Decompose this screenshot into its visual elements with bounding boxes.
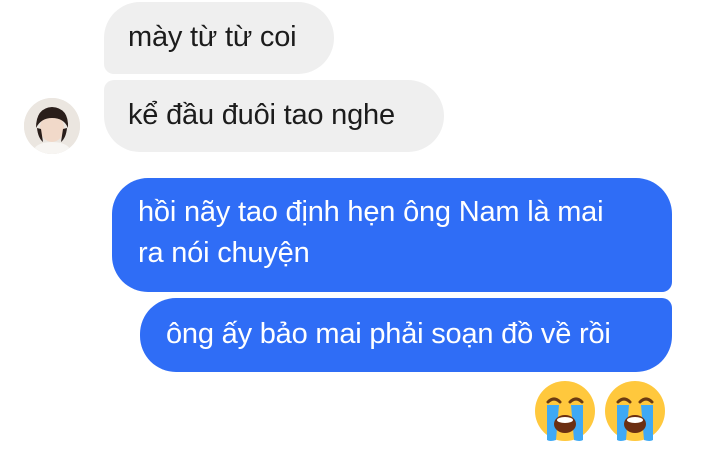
message-text: ông ấy bảo mai phải soạn đồ về rồi xyxy=(166,318,611,350)
loudly-crying-face-icon xyxy=(532,378,598,449)
received-message[interactable]: mày từ từ coi xyxy=(104,2,334,74)
sender-avatar[interactable] xyxy=(24,98,80,154)
sent-message[interactable]: ông ấy bảo mai phải soạn đồ về rồi xyxy=(140,298,672,372)
message-text: mày từ từ coi xyxy=(128,21,297,53)
received-message[interactable]: kể đầu đuôi tao nghe xyxy=(104,80,444,152)
loudly-crying-face-icon xyxy=(602,378,668,449)
sent-message[interactable]: hồi nãy tao định hẹn ông Nam là mai ra n… xyxy=(112,178,672,292)
emoji-reactions xyxy=(532,378,668,449)
message-text-line: ra nói chuyện xyxy=(138,237,310,269)
avatar-image xyxy=(24,98,80,154)
message-text: kể đầu đuôi tao nghe xyxy=(128,99,395,131)
message-text-line: hồi nãy tao định hẹn ông Nam là mai xyxy=(138,196,604,228)
